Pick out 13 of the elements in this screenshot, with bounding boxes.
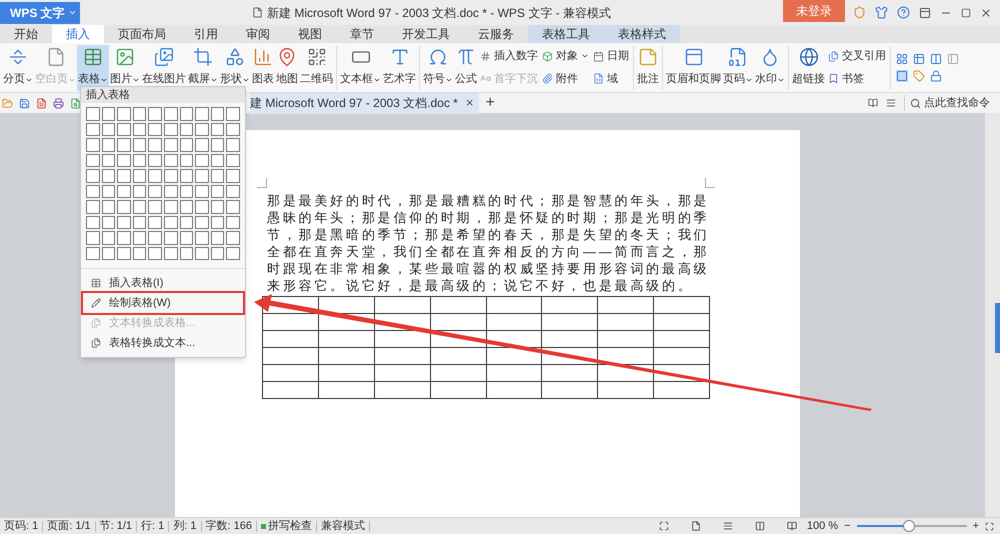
status-item: 列: 1 — [169, 520, 202, 532]
window-title: 新建 Microsoft Word 97 - 2003 文档.doc * - WPS 文字 - 兼容模式 — [267, 4, 611, 22]
zoom-level: 100 % — [806, 518, 838, 534]
paragraph: 那是最美好的时代，那是最糟糕的时代；那是智慧的年头，那是愚昧的年头；那是信仰的时期，那是怀疑的时期；那是光明的季节，那是黑暗的季节；那是希望的春天，那是失望的冬天；我们全都在直奔天堂，我们全都在直奔相反的方向——简而言之，那时跟现在非常相象，某些最喧嚣的权威坚持要用形容词的最高级来形容它。说它好，是最高级的；说它不好，也是最高级的。 — [267, 192, 710, 294]
status-item: 页面: 1/1 — [43, 520, 96, 532]
status-item: 行: 1 — [137, 520, 170, 532]
status-item: 拼写检查 — [256, 520, 317, 532]
status-item: 节: 1/1 — [96, 520, 138, 532]
status-item: 页码: 1 — [0, 520, 44, 532]
status-item: 兼容模式 — [316, 520, 370, 532]
menu-title: 插入表格 — [81, 87, 245, 103]
document-tab-title: 建 Microsoft Word 97 - 2003 文档.doc * — [250, 95, 458, 112]
status-item: 字数: 166 — [202, 520, 257, 532]
